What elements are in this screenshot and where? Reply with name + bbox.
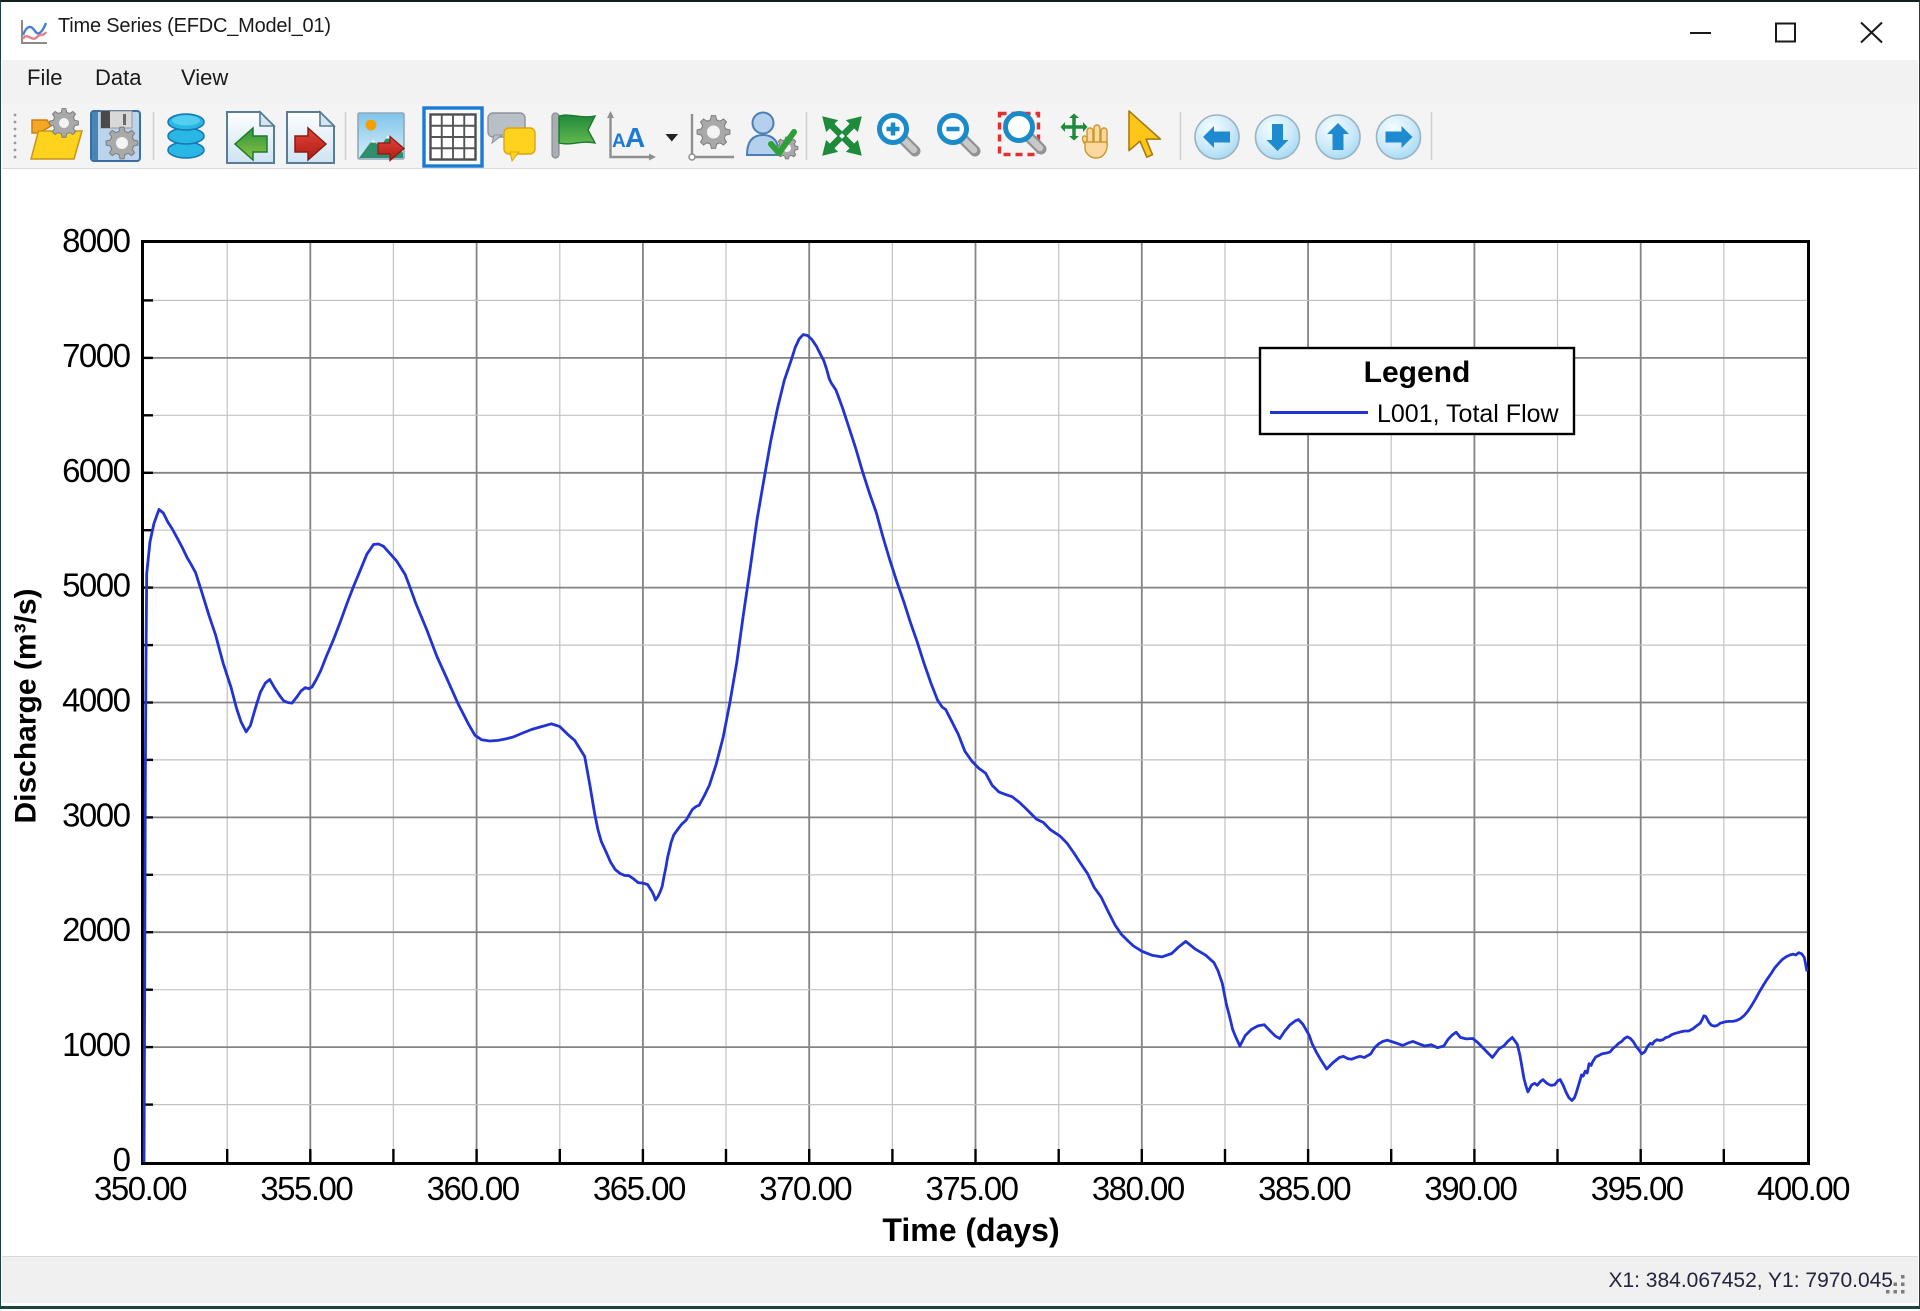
svg-text:400.00: 400.00: [1757, 1170, 1850, 1207]
svg-text:3000: 3000: [62, 796, 131, 833]
svg-text:L001, Total Flow: L001, Total Flow: [1377, 400, 1560, 428]
svg-text:5000: 5000: [62, 567, 131, 604]
svg-text:8000: 8000: [62, 222, 131, 259]
svg-text:Discharge (m³/s): Discharge (m³/s): [10, 588, 43, 823]
svg-text:370.00: 370.00: [759, 1170, 852, 1207]
svg-text:350.00: 350.00: [94, 1170, 187, 1207]
svg-text:6000: 6000: [62, 452, 131, 489]
svg-text:395.00: 395.00: [1591, 1170, 1684, 1207]
svg-text:385.00: 385.00: [1258, 1170, 1351, 1207]
svg-text:360.00: 360.00: [427, 1170, 520, 1207]
svg-text:7000: 7000: [62, 337, 131, 374]
svg-text:4000: 4000: [62, 682, 131, 719]
svg-text:1000: 1000: [62, 1026, 131, 1063]
svg-text:365.00: 365.00: [593, 1170, 686, 1207]
svg-text:355.00: 355.00: [260, 1170, 353, 1207]
svg-text:Time (days): Time (days): [882, 1212, 1059, 1248]
svg-text:2000: 2000: [62, 911, 131, 948]
svg-text:375.00: 375.00: [926, 1170, 1019, 1207]
svg-text:380.00: 380.00: [1092, 1170, 1185, 1207]
svg-text:Legend: Legend: [1364, 356, 1471, 389]
svg-text:390.00: 390.00: [1424, 1170, 1517, 1207]
